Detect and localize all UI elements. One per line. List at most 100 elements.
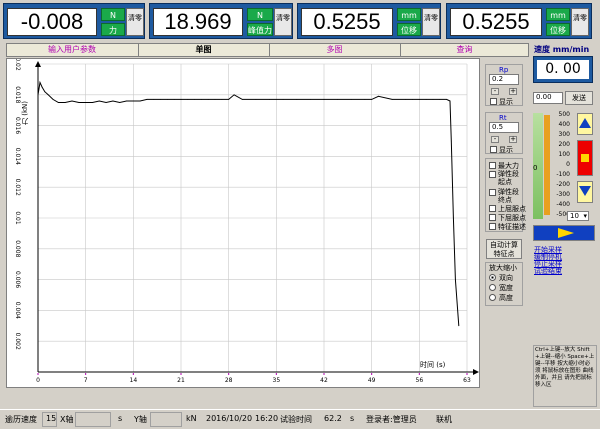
- displacement2-unit: mm: [546, 8, 570, 21]
- lower-yield-checkbox[interactable]: [489, 214, 496, 221]
- peak-force-value: 18.969: [153, 8, 243, 36]
- force-curve-point: [78, 102, 80, 103]
- feature-desc-checkbox[interactable]: [489, 223, 496, 230]
- rt-group: Rt 0.5 - + 显示: [485, 112, 523, 154]
- force-curve-point: [214, 99, 216, 100]
- elastic-start-checkbox[interactable]: [489, 171, 496, 178]
- x-tick-label: 14: [130, 377, 138, 384]
- x-axis-arrow: [473, 369, 479, 375]
- chart-canvas[interactable]: 0 7 14 21 28 35 42 49 56 63 0.02 0.018 0.016 0.014 0.0…: [7, 59, 481, 389]
- zoom-both-radio[interactable]: [489, 274, 496, 281]
- force-time-chart[interactable]: 0 7 14 21 28 35 42 49 56 63 0.02 0.018 0.016 0.014 0.0…: [6, 58, 480, 388]
- force-curve-point: [350, 99, 352, 100]
- force-curve-point: [64, 102, 66, 103]
- speed-scale-tick: -100: [556, 171, 570, 178]
- y-tick-label: 0.002: [14, 333, 21, 350]
- force-curve-point: [241, 99, 243, 100]
- stop-button[interactable]: [577, 140, 593, 176]
- speed-scale-tick: 200: [558, 141, 570, 148]
- elastic-end-label: 弹性段终点: [498, 188, 519, 204]
- x-unit: s: [118, 414, 123, 423]
- rp-show-label: 显示: [499, 98, 513, 106]
- peak-force-readout-panel: 18.969 N 峰值力 清零: [149, 3, 293, 39]
- rp-title: Rp: [499, 66, 509, 74]
- speed-gauge-needle: [544, 115, 550, 215]
- force-curve-point: [405, 99, 407, 100]
- zoom-height-radio[interactable]: [489, 294, 496, 301]
- displacement-zero-button[interactable]: 清零: [422, 8, 440, 36]
- tab-multi-chart[interactable]: 多图: [269, 44, 399, 56]
- rp-increment-button[interactable]: +: [509, 88, 517, 95]
- start-button[interactable]: [533, 225, 595, 241]
- feature-checks-group: 最大力 弹性段起点 弹性段终点 上屈服点 下屈服点 特征描述: [485, 158, 526, 232]
- y-tick-label: 0.016: [14, 117, 21, 134]
- y-axis-box: [150, 412, 182, 427]
- history-speed-value: 15: [46, 414, 57, 423]
- tab-query[interactable]: 查询: [400, 44, 528, 56]
- rt-increment-button[interactable]: +: [509, 136, 517, 143]
- tab-user-params[interactable]: 输入用户参数: [7, 44, 137, 56]
- rt-show-checkbox[interactable]: [490, 146, 497, 153]
- force-curve-point: [41, 86, 43, 88]
- force-curve-point: [337, 99, 338, 100]
- speed-input[interactable]: 0.00: [533, 92, 563, 104]
- force-curve-point: [119, 102, 121, 103]
- displacement2-label: 位移: [546, 23, 570, 36]
- step-select[interactable]: 10 ▾: [567, 211, 589, 221]
- force-curve-point: [269, 99, 270, 100]
- history-speed-label: 逾历速度: [5, 415, 37, 424]
- speed-scale: 500 400 300 200 100 0 -100 -200 -300 -400 -500: [552, 112, 570, 222]
- rt-input[interactable]: 0.5: [489, 122, 519, 133]
- force-zero-button[interactable]: 清零: [126, 8, 144, 36]
- peak-force-unit: N: [247, 8, 273, 21]
- speed-label: 速度 mm/min: [534, 45, 590, 54]
- upper-yield-label: 上屈服点: [498, 205, 526, 213]
- displacement-label: 位移: [397, 23, 421, 36]
- x-axis-label: X轴: [60, 415, 74, 424]
- upper-yield-checkbox[interactable]: [489, 205, 496, 212]
- elastic-end-checkbox[interactable]: [489, 189, 496, 196]
- displacement-value: 0.5255: [301, 8, 393, 36]
- force-curve-point: [180, 99, 182, 100]
- force-curve-point: [167, 99, 168, 100]
- max-force-checkbox[interactable]: [489, 162, 496, 169]
- x-tick-label: 7: [84, 377, 88, 384]
- y-tick-label: 0.02: [14, 59, 21, 71]
- force-curve-point: [446, 99, 447, 100]
- displacement2-zero-button[interactable]: 清零: [571, 8, 589, 36]
- test-time-label: 试验时间: [280, 415, 312, 424]
- force-curve-point: [105, 102, 107, 103]
- auto-calc-button[interactable]: 自动计算特征点: [486, 239, 522, 259]
- speed-scale-tick: -300: [556, 191, 570, 198]
- online-status: 联机: [436, 415, 452, 424]
- speed-value: 0. 00: [537, 60, 589, 79]
- y-tick-label: 0.018: [14, 86, 21, 103]
- rt-show-label: 显示: [499, 146, 513, 154]
- rp-show-checkbox[interactable]: [490, 98, 497, 105]
- speed-scale-tick: -400: [556, 201, 570, 208]
- force-curve-point: [112, 100, 114, 102]
- tab-single-chart[interactable]: 单图: [138, 44, 268, 56]
- peak-zero-button[interactable]: 清零: [274, 8, 292, 36]
- zoom-width-label: 宽度: [499, 284, 513, 292]
- force-curve-point: [160, 99, 162, 100]
- rp-input[interactable]: 0.2: [489, 74, 519, 85]
- link-list: 开始采样 缓制停机 停止采样 试验结束: [534, 247, 594, 275]
- speed-down-button[interactable]: [577, 181, 593, 203]
- send-button[interactable]: 发送: [565, 91, 593, 105]
- y-tick-label: 0.006: [14, 271, 21, 288]
- force-curve-point: [126, 100, 127, 102]
- speed-scale-tick: 500: [558, 111, 570, 118]
- force-curve-point: [139, 100, 141, 102]
- force-curve-point: [173, 99, 175, 100]
- rt-decrement-button[interactable]: -: [491, 136, 499, 143]
- link-test-end[interactable]: 试验结束: [534, 268, 594, 275]
- speed-up-button[interactable]: [577, 113, 593, 135]
- rp-decrement-button[interactable]: -: [491, 88, 499, 95]
- zoom-width-radio[interactable]: [489, 284, 496, 291]
- force-label: 力: [101, 23, 125, 36]
- force-curve-point: [221, 99, 223, 100]
- force-curve-point: [455, 279, 456, 280]
- y-axis-label: Y轴: [134, 415, 147, 424]
- force-curve-point: [85, 102, 87, 103]
